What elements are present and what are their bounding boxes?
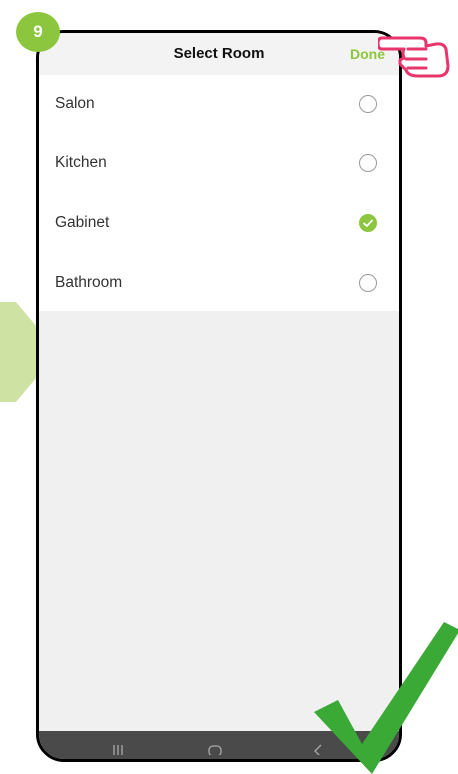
step-badge: 9: [16, 12, 60, 52]
room-list: Salon Kitchen Gabinet Bathroom: [39, 75, 399, 311]
room-label: Gabinet: [55, 214, 110, 231]
room-row-kitchen[interactable]: Kitchen: [39, 133, 399, 193]
recent-apps-icon[interactable]: [111, 743, 125, 755]
check-circle-icon[interactable]: [359, 214, 377, 232]
room-label: Kitchen: [55, 154, 107, 171]
home-icon[interactable]: [207, 743, 223, 755]
page-title: Select Room: [173, 45, 265, 62]
room-label: Bathroom: [55, 274, 123, 291]
radio-empty-icon[interactable]: [359, 154, 377, 172]
room-row-salon[interactable]: Salon: [39, 75, 399, 133]
radio-empty-icon[interactable]: [359, 95, 377, 113]
app-header: Select Room Done: [39, 33, 399, 75]
room-row-bathroom[interactable]: Bathroom: [39, 253, 399, 313]
tutorial-stage: Select Room Done Salon Kitchen Gabinet B…: [0, 0, 458, 774]
check-mark-icon: [314, 622, 458, 774]
room-row-gabinet[interactable]: Gabinet: [39, 193, 399, 253]
hand-pointer-icon: [378, 36, 450, 78]
room-label: Salon: [55, 95, 95, 112]
radio-empty-icon[interactable]: [359, 274, 377, 292]
